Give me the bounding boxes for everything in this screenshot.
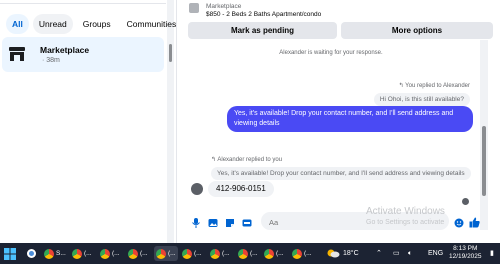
- filter-unread[interactable]: Unread: [32, 14, 73, 34]
- taskbar-app-3[interactable]: (...: [100, 246, 120, 261]
- taskbar-app-6[interactable]: (...: [182, 246, 202, 261]
- chat-filters: All Unread Groups Communities: [6, 14, 182, 34]
- seen-indicator-avatar: [462, 198, 469, 205]
- windows-taskbar: S... (... (... (... (... (... (... (... …: [0, 243, 500, 264]
- search-bar-edge: [0, 0, 166, 4]
- like-thumb-icon[interactable]: [469, 215, 480, 228]
- quoted-message-right[interactable]: Hi Ohoi, is this still available?: [373, 93, 470, 106]
- chat-list-scrollbar-thumb[interactable]: [169, 44, 172, 62]
- activate-windows-subtitle: Go to Settings to activate: [366, 219, 445, 226]
- chrome-icon: [44, 248, 54, 259]
- chat-item-marketplace[interactable]: Marketplace · 38m: [2, 37, 164, 72]
- sticker-icon[interactable]: [225, 215, 235, 227]
- chat-list-panel: All Unread Groups Communities Marketplac…: [0, 0, 176, 243]
- taskbar-app-1[interactable]: S...: [44, 246, 66, 261]
- mark-as-pending-button[interactable]: Mark as pending: [188, 22, 337, 39]
- chat-list-scrollbar-track[interactable]: [167, 0, 174, 243]
- chrome-icon: [238, 248, 248, 259]
- clock-date: 12/19/2025: [449, 253, 482, 260]
- weather-temperature[interactable]: 18°C: [343, 243, 359, 264]
- chrome-icon: [100, 248, 110, 259]
- marketplace-store-icon: [8, 45, 26, 63]
- notification-icon[interactable]: ▮: [490, 243, 494, 264]
- taskbar-app-10[interactable]: (...: [292, 246, 312, 261]
- chat-item-time: · 38m: [42, 57, 60, 64]
- sender-avatar[interactable]: [191, 183, 203, 195]
- quoted-message-left[interactable]: Yes, it's available! Drop your contact n…: [211, 167, 471, 180]
- system-clock[interactable]: 8:13 PM 12/19/2025: [449, 245, 482, 261]
- taskbar-app-8[interactable]: (...: [238, 246, 258, 261]
- more-options-button[interactable]: More options: [341, 22, 493, 39]
- tray-chevron-up-icon[interactable]: ⌃: [376, 243, 382, 264]
- volume-icon[interactable]: 🔈︎: [408, 243, 412, 264]
- windows-start-icon: [4, 247, 16, 260]
- sent-message-bubble[interactable]: Yes, it's available! Drop your contact n…: [227, 106, 473, 132]
- received-message-bubble[interactable]: 412-906-0151: [208, 181, 274, 197]
- activate-windows-title: Activate Windows: [366, 206, 445, 217]
- chrome-icon: [292, 248, 302, 259]
- waiting-notice: Alexander is waiting for your response.: [279, 50, 383, 56]
- app-window: All Unread Groups Communities Marketplac…: [0, 0, 500, 264]
- chrome-icon: [210, 248, 220, 259]
- weather-icon[interactable]: [326, 243, 340, 264]
- listing-title[interactable]: $850 - 2 Beds 2 Baths Apartment/condo: [206, 11, 321, 18]
- start-button[interactable]: [4, 246, 16, 261]
- network-icon[interactable]: ▭: [393, 243, 400, 264]
- reply-header-right-text: You replied to Alexander: [405, 83, 470, 89]
- listing-thumbnail[interactable]: [189, 3, 199, 13]
- taskbar-search-icon[interactable]: [26, 246, 37, 261]
- chrome-icon: [72, 248, 82, 259]
- reply-header-left-text: Alexander replied to you: [217, 157, 283, 163]
- chrome-icon: [264, 248, 274, 259]
- listing-label: Marketplace: [206, 3, 242, 10]
- chat-item-title: Marketplace: [40, 45, 90, 55]
- taskbar-app-9[interactable]: (...: [264, 246, 284, 261]
- taskbar-app-5-active[interactable]: (...: [154, 246, 178, 261]
- filter-communities[interactable]: Communities: [121, 14, 183, 34]
- reply-header-right: ↰ You replied to Alexander: [399, 82, 470, 89]
- filter-all[interactable]: All: [6, 14, 29, 34]
- filter-groups[interactable]: Groups: [77, 14, 117, 34]
- language-indicator[interactable]: ENG: [428, 243, 443, 264]
- gif-icon[interactable]: [242, 215, 252, 227]
- microphone-icon[interactable]: [191, 215, 201, 228]
- taskbar-app-4[interactable]: (...: [128, 246, 148, 261]
- chrome-icon: [182, 248, 192, 259]
- emoji-icon[interactable]: [454, 215, 464, 228]
- chrome-icon: [156, 248, 166, 259]
- conversation-scrollbar-thumb[interactable]: [482, 126, 486, 196]
- conversation-panel: Marketplace $850 - 2 Beds 2 Baths Apartm…: [176, 0, 500, 243]
- reply-header-left: ↰ Alexander replied to you: [211, 156, 282, 163]
- taskbar-app-7[interactable]: (...: [210, 246, 230, 261]
- chrome-icon: [128, 248, 138, 259]
- clock-time: 8:13 PM: [453, 245, 478, 252]
- image-icon[interactable]: [208, 215, 218, 227]
- taskbar-app-2[interactable]: (...: [72, 246, 92, 261]
